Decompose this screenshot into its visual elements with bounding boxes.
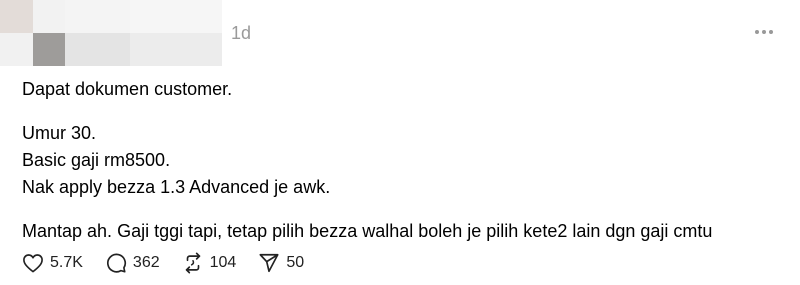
dot bbox=[769, 30, 773, 34]
repost-icon bbox=[185, 252, 200, 274]
post-actions: 5.7K 362 104 50 bbox=[22, 250, 326, 276]
post-paragraph: Umur 30. Basic gaji rm8500. Nak apply be… bbox=[22, 120, 792, 201]
post-paragraph: Mantap ah. Gaji tggi tapi, tetap pilih b… bbox=[22, 221, 713, 241]
blurred-avatar-and-username[interactable] bbox=[0, 0, 222, 66]
share-button[interactable]: 50 bbox=[258, 252, 304, 274]
comment-button[interactable]: 362 bbox=[105, 252, 160, 274]
like-button[interactable]: 5.7K bbox=[22, 253, 83, 273]
post-paragraph: Dapat dokumen customer. bbox=[22, 79, 233, 99]
send-icon bbox=[259, 253, 279, 273]
share-count: 50 bbox=[286, 254, 305, 271]
repost-count: 104 bbox=[209, 254, 237, 271]
post-line: Umur 30. bbox=[22, 123, 97, 143]
heart-icon bbox=[23, 254, 43, 273]
dot bbox=[755, 30, 759, 34]
post-header: 1d bbox=[0, 0, 800, 66]
like-count: 5.7K bbox=[50, 254, 83, 271]
more-options-icon[interactable] bbox=[748, 22, 780, 42]
post-line: Basic gaji rm8500. bbox=[22, 150, 171, 170]
repost-button[interactable]: 104 bbox=[182, 252, 237, 274]
post-text: Dapat dokumen customer. Umur 30. Basic g… bbox=[22, 76, 792, 245]
post-line: Nak apply bezza 1.3 Advanced je awk. bbox=[22, 177, 331, 197]
comment-count: 362 bbox=[132, 254, 160, 271]
post-timestamp: 1d bbox=[231, 23, 252, 43]
dot bbox=[762, 30, 766, 34]
speech-bubble-icon bbox=[106, 253, 126, 273]
